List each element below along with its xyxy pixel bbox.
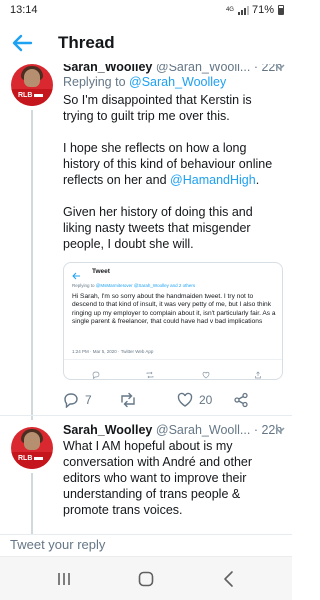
thread-line [31,110,33,420]
embed-retweet-icon [146,366,154,379]
page-title: Thread [58,33,115,52]
tweet-meta: Sarah_Woolley @Sarah_Wooll... · 22h [63,64,283,74]
embed-time: 1:24 PM · Mar 5, 2020 · Twitter Web App [72,349,154,354]
network-type: 4G [225,7,234,13]
status-bar: 13:14 4G 71% [0,0,292,22]
thread-feed[interactable]: RLB Sarah_Woolley @Sarah_Wooll... · 22h … [0,64,292,534]
battery-percent: 71% [251,4,274,16]
tweet-paragraph: I hope she reflects on how a long histor… [63,141,273,187]
reply-button[interactable]: 7 [63,390,92,410]
tweet-paragraph: Given her history of doing this and liki… [63,205,253,251]
embed-actions [64,359,282,379]
reply-input-placeholder[interactable]: Tweet your reply [10,537,105,552]
retweet-button[interactable] [119,390,143,410]
embed-share-icon [254,366,262,379]
author-handle: @Sarah_Wooll... [155,423,251,437]
embedded-screenshot[interactable]: Tweet Replying to @MsMarmiteIover @Sarah… [63,262,283,380]
caret-down-icon[interactable] [273,423,287,435]
avatar[interactable]: RLB [11,64,53,106]
like-button[interactable]: 20 [177,390,212,410]
reply-count: 7 [85,393,92,407]
like-count: 20 [199,393,213,407]
embed-back-arrow-icon [72,267,81,280]
like-icon [177,392,193,407]
avatar[interactable]: RLB [11,427,53,469]
tweet[interactable]: Sarah_Woolley @Sarah_Wooll... · 22h Repl… [63,64,285,414]
author-handle: @Sarah_Wooll... [155,64,251,74]
share-icon [234,392,248,408]
back-arrow-icon[interactable] [10,32,34,54]
tweet-text: What I AM hopeful about is my conversati… [63,439,253,517]
reply-icon [64,393,78,408]
replying-to-link[interactable]: @Sarah_Woolley [129,75,226,89]
replying-to: Replying to @Sarah_Woolley [63,75,227,89]
embed-text: Hi Sarah, I'm so sorry about the handmai… [72,293,276,326]
avatar-badge: RLB [11,452,53,469]
status-time: 13:14 [10,4,38,16]
tweet-divider [0,415,292,416]
retweet-icon [121,392,135,408]
avatar-badge: RLB [11,89,53,106]
author-name[interactable]: Sarah_Woolley [63,64,152,74]
app-header: Thread [0,22,292,64]
embed-replying-to: Replying to @MsMarmiteIover @Sarah_Wooll… [72,283,196,288]
home-icon[interactable] [137,570,155,588]
mention-link[interactable]: @HamandHigh [170,173,256,187]
share-button[interactable] [233,390,249,410]
battery-icon [278,5,284,15]
system-nav-bar [0,556,292,600]
recents-icon[interactable] [55,570,73,588]
embed-like-icon [202,366,210,379]
tweet-actions: 7 20 [63,390,283,414]
embed-reply-icon [92,366,100,379]
tweet-text: So I'm disappointed that Kerstin is tryi… [63,92,283,252]
tweet-meta: Sarah_Woolley @Sarah_Wooll... · 22h [63,423,283,437]
nav-back-icon[interactable] [220,570,238,588]
signal-icon [237,5,249,15]
reply-composer[interactable]: Tweet your reply [0,534,292,556]
embed-title: Tweet [92,268,110,275]
tweet[interactable]: Sarah_Woolley @Sarah_Wooll... · 22h What… [63,423,285,518]
tweet-paragraph: So I'm disappointed that Kerstin is tryi… [63,93,252,123]
caret-down-icon[interactable] [273,64,287,72]
thread-line [31,473,33,534]
status-icons: 4G 71% [226,4,284,16]
author-name[interactable]: Sarah_Woolley [63,423,152,437]
